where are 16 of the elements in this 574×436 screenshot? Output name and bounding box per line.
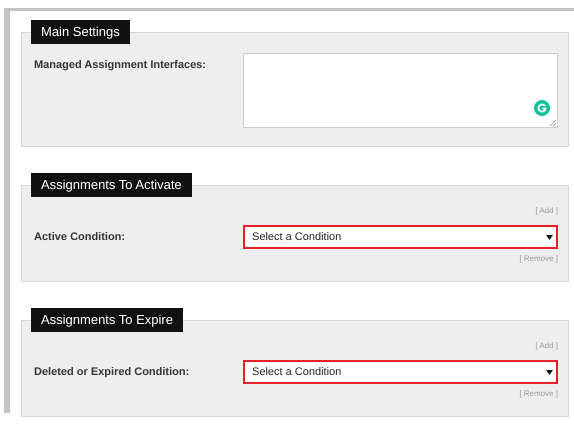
resize-handle-icon[interactable]: [549, 119, 556, 126]
section-title: Assignments To Activate: [31, 173, 192, 197]
add-link[interactable]: [ Add ]: [535, 206, 558, 215]
section-title: Assignments To Expire: [31, 308, 183, 332]
dropdown-caret-icon: [546, 370, 553, 374]
add-link[interactable]: [ Add ]: [535, 341, 558, 350]
remove-link[interactable]: [ Remove ]: [519, 254, 558, 263]
condition-dropdown[interactable]: Select a Condition: [243, 360, 558, 384]
section-title: Main Settings: [31, 20, 130, 44]
condition-dropdown[interactable]: Select a Condition: [243, 225, 558, 249]
remove-link[interactable]: [ Remove ]: [519, 389, 558, 398]
dropdown-caret-icon: [546, 234, 553, 240]
field-label: Active Condition:: [34, 230, 126, 243]
field-label: Managed Assignment Interfaces:: [34, 58, 207, 71]
text-area[interactable]: [243, 53, 558, 128]
field-label: Deleted or Expired Condition:: [34, 365, 190, 378]
